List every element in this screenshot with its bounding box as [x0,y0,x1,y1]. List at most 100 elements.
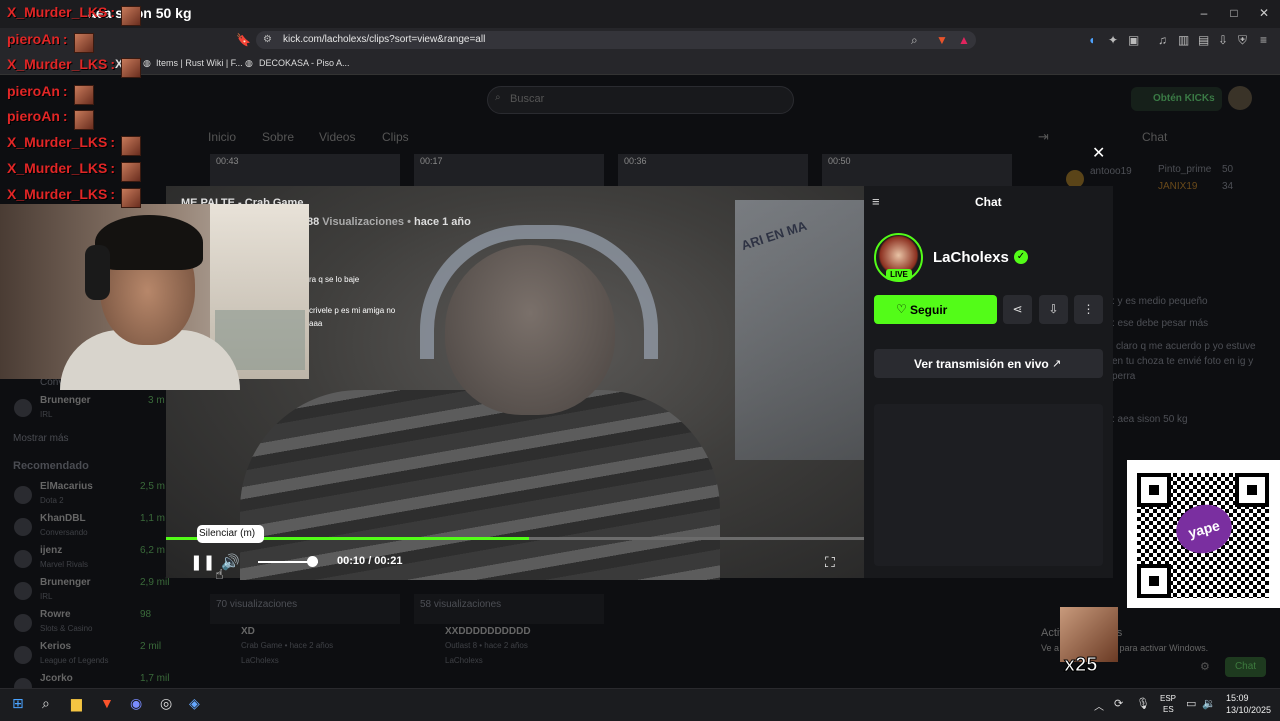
obs-icon[interactable]: ◎ [160,695,172,712]
tab-inicio[interactable]: Inicio [208,130,236,144]
menu-icon[interactable]: ≡ [1260,33,1267,47]
taskbar-date[interactable]: 13/10/2025 [1226,705,1271,715]
sidebar-channel-name[interactable]: Rowre [40,609,71,620]
chat-message: perra [1112,371,1136,382]
wallet2-icon[interactable]: ▤ [1198,33,1209,47]
tab-sobre[interactable]: Sobre [262,130,294,144]
clip-title[interactable]: XXDDDDDDDDDD [445,626,531,637]
sidebar-icon[interactable]: ▥ [1178,33,1189,47]
sidebar-viewer-count: 98 [140,609,152,620]
chat-settings-icon[interactable]: ⚙ [1200,660,1210,673]
video-chat-line: crivele p es mi amiga no [309,306,396,315]
clip-views-label: Visualizaciones [322,216,405,228]
overlay-chat-emote [121,188,142,208]
chat-send-button[interactable]: Chat [1225,657,1266,677]
top-gifter[interactable]: antooo19 [1090,166,1132,177]
network-icon[interactable]: ▭ [1186,697,1196,710]
keyboard-layout[interactable]: ES [1163,705,1174,714]
close-window-button[interactable]: ✕ [1254,6,1274,20]
fullscreen-icon[interactable]: ⛶ [825,554,835,571]
show-more-link[interactable]: Mostrar más [13,433,69,444]
avatar[interactable] [14,486,32,504]
windows-start-icon[interactable]: ⊞ [12,695,24,712]
bookmark-item[interactable]: Items | Rust Wiki | F... [156,58,243,68]
music-icon[interactable]: ♫ [1158,33,1167,47]
collapse-panel-icon[interactable]: ≡ [872,194,880,209]
audio-playing-icon[interactable]: ◖ [1088,33,1095,47]
search-placeholder: Buscar [510,93,545,105]
tray-expand-icon[interactable]: ︿ [1094,698,1104,713]
sidebar-channel-name[interactable]: Brunenger [40,395,91,406]
sidebar-viewer-count: 1,7 mil [140,673,170,684]
user-avatar[interactable] [1228,86,1252,110]
avatar[interactable] [14,614,32,632]
bookmark-item[interactable]: DECOKASA - Piso A... [259,58,350,68]
clip-channel[interactable]: LaCholexs [445,656,483,665]
clip-title[interactable]: XD [241,626,255,637]
sidebar-channel-name[interactable]: ElMacarius [40,481,93,492]
download-icon[interactable]: ⇩ [1218,33,1228,47]
sidebar-channel-name[interactable]: KhanDBL [40,513,86,524]
avatar[interactable] [14,399,32,417]
avatar[interactable] [14,550,32,568]
download-button[interactable]: ⇩ [1039,295,1068,324]
sidebar-channel-name[interactable]: Kerios [40,641,71,652]
tab-clips[interactable]: Clips [382,130,409,144]
sync-icon[interactable]: ⟳ [1114,697,1123,710]
channel-name[interactable]: LaCholexs [933,249,1009,266]
microphone-icon[interactable]: 🎙 [1136,697,1150,710]
clip-channel[interactable]: LaCholexs [241,656,279,665]
qr-finder [1137,473,1171,507]
taskbar-clock[interactable]: 15:09 [1226,693,1249,703]
brave-browser-icon[interactable]: ▼ [100,695,114,711]
wallet-icon[interactable]: ▣ [1128,33,1139,47]
sidebar-channel-name[interactable]: Brunenger [40,577,91,588]
maximize-button[interactable]: □ [1224,6,1244,20]
avatar[interactable] [14,582,32,600]
recommended-title: Recomendado [13,460,89,472]
file-explorer-icon[interactable]: ▆ [71,695,82,712]
minimize-button[interactable]: – [1194,6,1214,20]
video-chat-line: ra q se lo baje [309,275,360,284]
bookmark-icon[interactable]: 🔖 [236,33,251,47]
external-link-icon: ↗ [1052,358,1062,370]
qr-finder-center [1149,485,1159,495]
clip-duration: 00:36 [624,156,647,166]
keyboard-language[interactable]: ESP [1160,694,1176,703]
tab-videos[interactable]: Videos [319,130,355,144]
collapse-chat-icon[interactable]: ⇥ [1038,129,1049,145]
discord-icon[interactable]: ◉ [130,695,142,712]
url-text[interactable]: kick.com/lacholexs/clips?sort=view&range… [283,34,485,45]
steam-icon[interactable]: ◈ [189,695,200,712]
chat-message: claro q me acuerdo p yo estuve [1116,341,1256,352]
sidebar-channel-name[interactable]: ijenz [40,545,62,556]
clip-view-count: 88 [307,216,323,228]
zoom-icon[interactable]: ⌕ [911,33,918,48]
pause-icon[interactable]: ❚❚ [190,553,215,571]
avatar[interactable] [14,518,32,536]
clip-duration: 00:43 [216,156,239,166]
search-icon[interactable]: ⌕ [42,695,50,712]
sidebar-channel-name[interactable]: Jcorko [40,673,73,684]
volume-icon[interactable]: 🔊 [221,553,240,571]
video-time: 00:10 / 00:21 [337,555,403,567]
site-settings-icon[interactable]: ⚙ [263,34,272,45]
speaker-icon[interactable]: 🔉 [1202,697,1216,710]
avatar[interactable] [14,646,32,664]
clip-age: hace 1 año [414,216,471,228]
overlay-chat-separator: : [110,4,116,20]
brave-rewards-icon[interactable]: ▲ [958,33,970,47]
close-modal-icon[interactable]: ✕ [1092,143,1105,163]
extensions-icon[interactable]: ✦ [1108,33,1118,47]
sidebar-category: Dota 2 [40,496,64,505]
share-button[interactable]: ⋖ [1003,295,1032,324]
brave-shield-icon[interactable]: ▼ [936,33,948,47]
mouse-cursor-icon: ☝ [215,566,224,582]
top-gifter[interactable]: Pinto_prime [1158,164,1211,175]
top-gifter[interactable]: JANIX19 [1158,181,1197,192]
overlay-chat-emote [121,58,142,78]
mute-tooltip-text: Silenciar (m) [199,528,256,539]
shield-icon[interactable]: ⛨ [1238,33,1247,48]
volume-knob[interactable] [307,556,318,567]
more-options-button[interactable]: ⋮ [1074,295,1103,324]
